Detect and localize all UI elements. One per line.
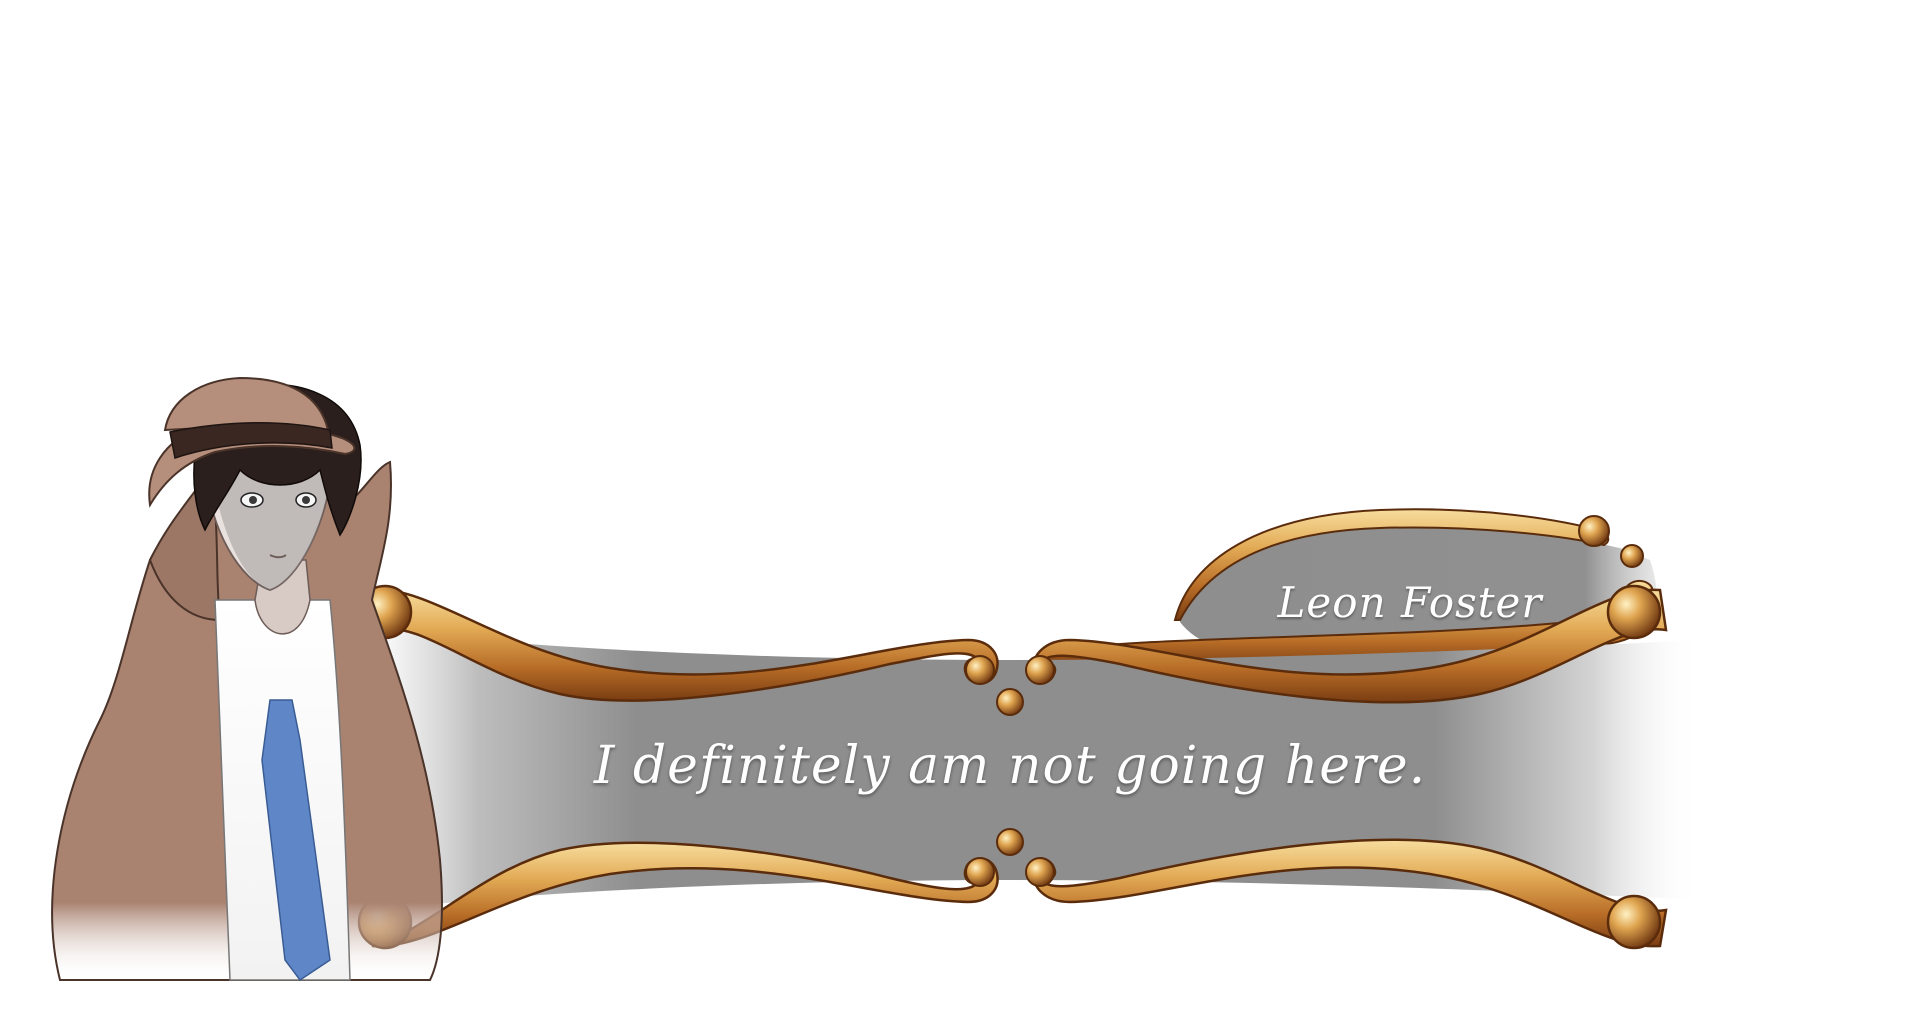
speaker-name: Leon Foster [1277,578,1543,627]
game-screen[interactable]: Leon Foster I definitely am not going he… [0,0,1920,1024]
character-portrait [51,376,443,982]
dialogue-box[interactable]: Leon Foster I definitely am not going he… [0,0,1920,1024]
bottom-center-bead [996,828,1024,856]
dialogue-text[interactable]: I definitely am not going here. [500,726,1520,806]
ornate-banner [51,376,1700,982]
top-center-bead [996,688,1024,716]
